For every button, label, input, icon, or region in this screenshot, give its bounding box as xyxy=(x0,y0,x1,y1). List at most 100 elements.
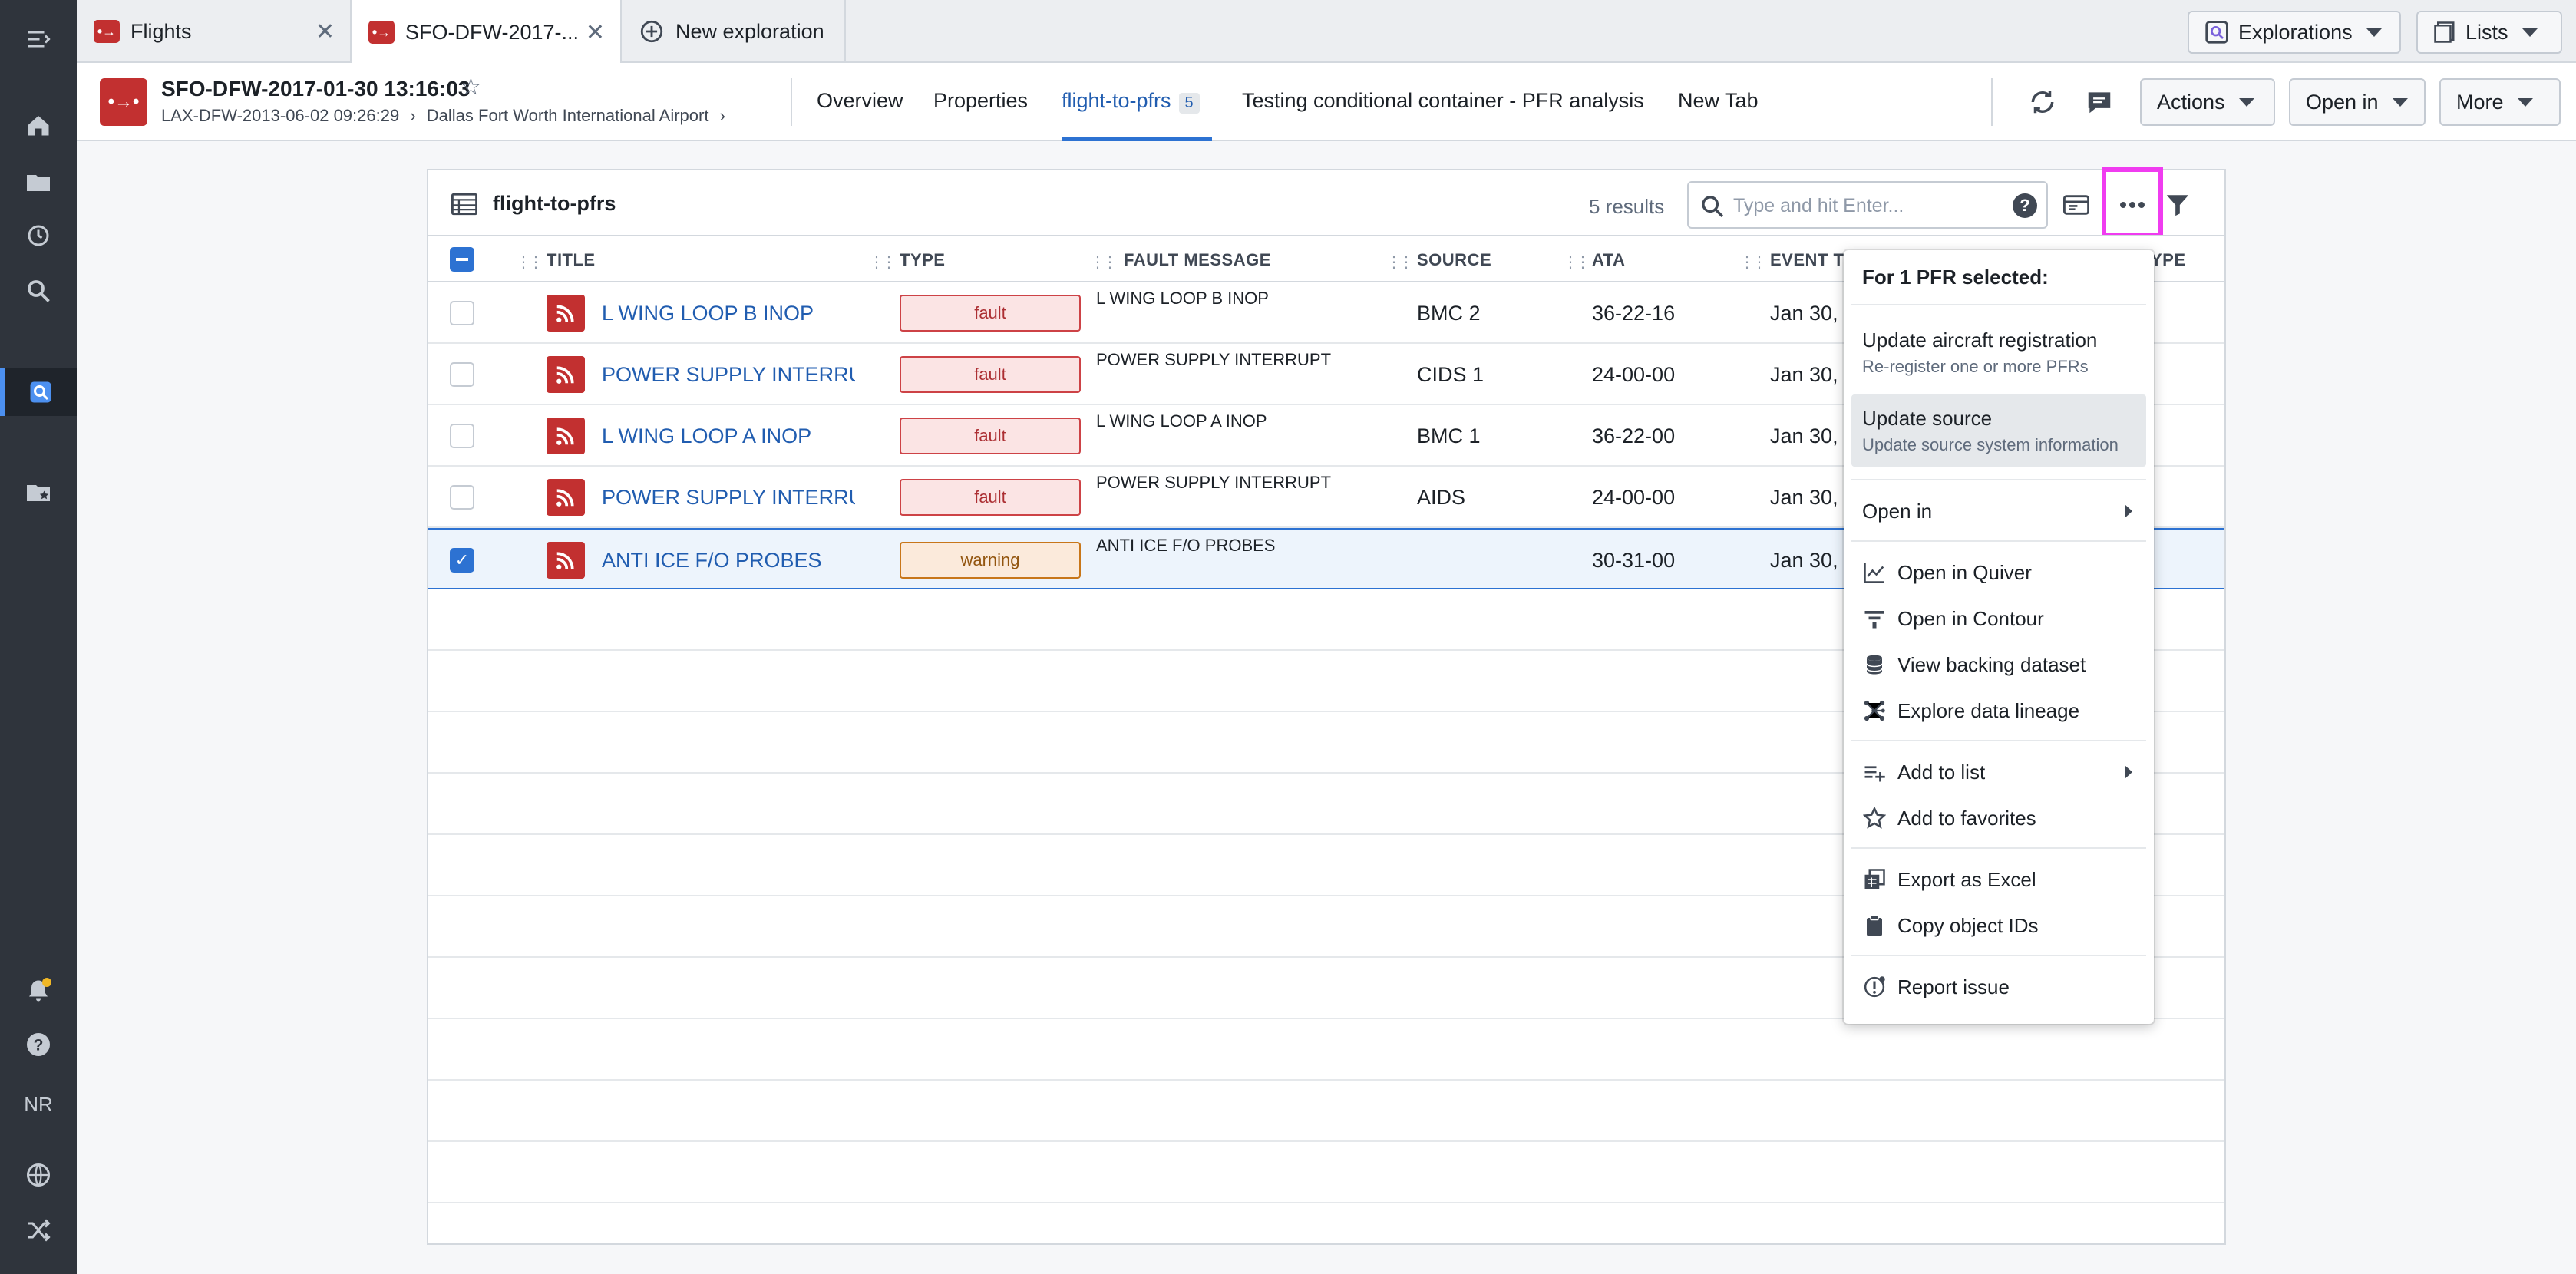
tab-new-tab[interactable]: New Tab xyxy=(1678,89,1759,113)
column-drag-handle[interactable] xyxy=(1090,249,1102,272)
notifications-icon[interactable] xyxy=(0,967,77,1015)
pfr-icon xyxy=(547,356,585,393)
chevron-down-icon xyxy=(2517,97,2533,107)
export-icon xyxy=(1862,867,1887,892)
menu-divider xyxy=(1851,479,2146,480)
menu-item-add-to-favorites[interactable]: Add to favorites xyxy=(1851,795,2146,841)
panel-title-text: flight-to-pfrs xyxy=(493,192,616,215)
type-tag: fault xyxy=(900,356,1081,393)
close-icon[interactable]: ✕ xyxy=(586,19,605,46)
folder-icon[interactable] xyxy=(0,158,77,206)
menu-item-export-as-excel[interactable]: Export as Excel xyxy=(1851,856,2146,903)
column-settings-icon[interactable] xyxy=(2059,187,2094,223)
column-header-title[interactable]: TITLE xyxy=(547,250,596,270)
menu-item-view-backing-dataset[interactable]: View backing dataset xyxy=(1851,642,2146,688)
search-input[interactable] xyxy=(1733,190,1994,221)
row-title-link[interactable]: L WING LOOP B INOP xyxy=(602,302,814,325)
search-box: ? xyxy=(1687,181,2048,229)
row-checkbox[interactable] xyxy=(450,362,474,387)
column-header-ata[interactable]: ATA xyxy=(1592,250,1625,270)
breadcrumb-link-airport[interactable]: Dallas Fort Worth International Airport xyxy=(427,106,709,125)
help-icon[interactable]: ? xyxy=(0,1021,77,1068)
row-title-link[interactable]: POWER SUPPLY INTERRU... xyxy=(602,486,855,510)
explorations-button[interactable]: Explorations xyxy=(2188,11,2401,54)
tab-label: SFO-DFW-2017-... xyxy=(405,20,580,44)
menu-item-label: Export as Excel xyxy=(1897,867,2036,891)
tab-flight-to-pfrs[interactable]: flight-to-pfrs 5 xyxy=(1062,89,1200,114)
column-header-type-2[interactable]: YPE xyxy=(2151,250,2186,270)
column-header-event-time[interactable]: EVENT TI xyxy=(1770,250,1849,270)
select-all-checkbox[interactable] xyxy=(450,247,474,272)
row-title-link[interactable]: POWER SUPPLY INTERRU... xyxy=(602,363,855,387)
column-header-type[interactable]: TYPE xyxy=(900,250,945,270)
tab-label: New exploration xyxy=(675,19,824,43)
globe-icon[interactable] xyxy=(0,1151,77,1199)
home-icon[interactable] xyxy=(0,101,77,149)
star-icon[interactable]: ☆ xyxy=(461,74,481,101)
starred-folder-icon[interactable] xyxy=(0,468,77,516)
tab-flight-object[interactable]: •→ SFO-DFW-2017-... ✕ xyxy=(352,0,622,64)
menu-item-explore-data-lineage[interactable]: Explore data lineage xyxy=(1851,688,2146,734)
row-checkbox[interactable] xyxy=(450,485,474,510)
lists-label: Lists xyxy=(2465,20,2508,44)
user-avatar[interactable]: NR xyxy=(0,1081,77,1128)
menu-item-update-source[interactable]: Update source Update source system infor… xyxy=(1851,394,2146,467)
fault-message: ANTI ICE F/O PROBES xyxy=(1096,536,1276,555)
history-icon[interactable] xyxy=(0,212,77,259)
contour-icon xyxy=(1862,606,1887,631)
chevron-down-icon xyxy=(2522,28,2538,37)
divider xyxy=(791,78,792,126)
column-header-source[interactable]: SOURCE xyxy=(1417,250,1491,270)
object-title: SFO-DFW-2017-01-30 13:16:03 xyxy=(161,77,471,101)
object-explorer-icon[interactable] xyxy=(0,368,77,416)
menu-item-report-issue[interactable]: Report issue xyxy=(1851,964,2146,1010)
chevron-down-icon xyxy=(2366,28,2382,37)
column-drag-handle[interactable] xyxy=(869,249,881,272)
open-in-label: Open in xyxy=(2306,90,2379,114)
row-title-link[interactable]: ANTI ICE F/O PROBES xyxy=(602,549,822,573)
menu-item-copy-object-ids[interactable]: Copy object IDs xyxy=(1851,903,2146,949)
search-icon[interactable] xyxy=(0,267,77,315)
tab-overview[interactable]: Overview xyxy=(817,89,903,113)
tab-properties[interactable]: Properties xyxy=(933,89,1028,113)
tab-new-exploration[interactable]: New exploration xyxy=(622,0,846,63)
tab-label: flight-to-pfrs xyxy=(1062,89,1171,112)
column-drag-handle[interactable] xyxy=(1563,249,1575,272)
caret-right-icon xyxy=(2125,504,2132,518)
lists-button[interactable]: Lists xyxy=(2416,11,2562,54)
column-drag-handle[interactable] xyxy=(1739,249,1752,272)
menu-item-update-aircraft-registration[interactable]: Update aircraft registration Re-register… xyxy=(1851,318,2146,387)
tab-testing-conditional-container[interactable]: Testing conditional container - PFR anal… xyxy=(1242,89,1644,113)
menu-item-label: Open in Contour xyxy=(1897,606,2044,630)
filter-icon[interactable] xyxy=(2160,187,2195,223)
source-cell: AIDS xyxy=(1417,486,1466,509)
help-icon[interactable]: ? xyxy=(2013,193,2037,218)
open-in-button[interactable]: Open in xyxy=(2289,78,2426,126)
comment-icon[interactable] xyxy=(2082,84,2117,120)
source-cell: CIDS 1 xyxy=(1417,363,1485,386)
menu-toggle-icon[interactable] xyxy=(0,15,77,63)
menu-item-open-in-quiver[interactable]: Open in Quiver xyxy=(1851,550,2146,596)
shuffle-icon[interactable] xyxy=(0,1206,77,1254)
more-button[interactable]: More xyxy=(2439,78,2561,126)
row-title-link[interactable]: L WING LOOP A INOP xyxy=(602,424,811,448)
close-icon[interactable]: ✕ xyxy=(315,18,335,45)
row-checkbox[interactable] xyxy=(450,424,474,448)
menu-item-open-in[interactable]: Open in xyxy=(1851,488,2146,534)
caret-right-icon xyxy=(2125,765,2132,779)
refresh-icon[interactable] xyxy=(2025,84,2060,120)
source-cell: BMC 1 xyxy=(1417,424,1481,447)
menu-item-add-to-list[interactable]: Add to list xyxy=(1851,749,2146,795)
column-drag-handle[interactable] xyxy=(516,249,528,272)
column-drag-handle[interactable] xyxy=(1386,249,1399,272)
row-checkbox-checked[interactable]: ✓ xyxy=(450,548,474,573)
breadcrumb-link-flight[interactable]: LAX-DFW-2013-06-02 09:26:29 xyxy=(161,106,399,125)
column-header-fault-message[interactable]: FAULT MESSAGE xyxy=(1124,250,1271,270)
explorations-icon xyxy=(2205,21,2228,44)
actions-button[interactable]: Actions xyxy=(2140,78,2275,126)
row-checkbox[interactable] xyxy=(450,301,474,325)
line-chart-icon xyxy=(1862,560,1887,585)
table-icon xyxy=(451,193,477,215)
tab-flights[interactable]: •→ Flights ✕ xyxy=(77,0,352,63)
menu-item-open-in-contour[interactable]: Open in Contour xyxy=(1851,596,2146,642)
